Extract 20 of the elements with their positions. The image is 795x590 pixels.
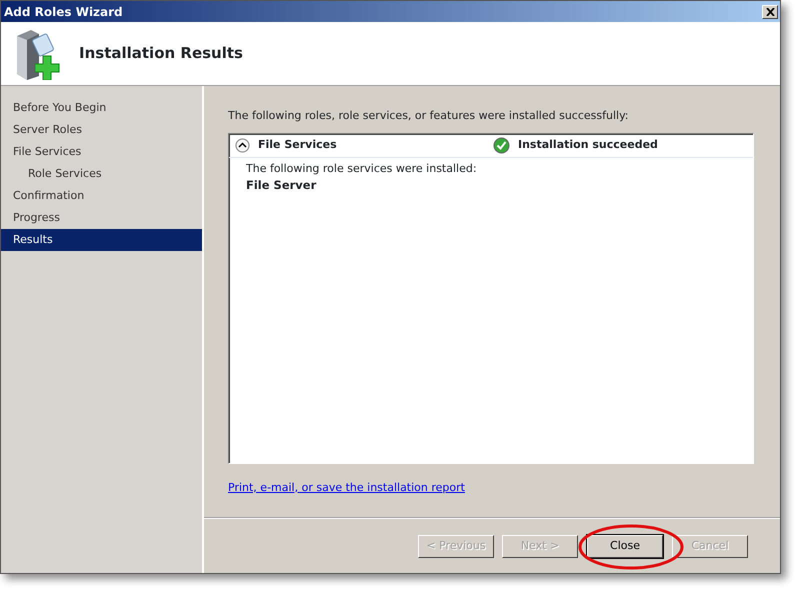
sidebar-item[interactable]: Confirmation xyxy=(1,185,202,207)
sidebar-item[interactable]: File Services xyxy=(1,141,202,163)
check-icon xyxy=(493,136,510,154)
report-link[interactable]: Print, e-mail, or save the installation report xyxy=(228,480,465,494)
intro-text: The following roles, role services, or features were installed successfully: xyxy=(228,108,630,124)
sidebar-item[interactable]: Before You Begin xyxy=(1,97,202,119)
sidebar-item[interactable]: Results xyxy=(1,229,202,251)
close-button[interactable] xyxy=(762,4,778,18)
page-title: Installation Results xyxy=(79,43,243,64)
role-name: File Services xyxy=(258,136,338,153)
sidebar-item[interactable]: Role Services xyxy=(1,163,202,185)
detail-text: The following role services were installed: xyxy=(246,160,478,176)
status-text: Installation succeeded xyxy=(518,136,658,153)
close-icon xyxy=(766,8,774,16)
wizard-button[interactable]: Close xyxy=(587,534,663,558)
window-title: Add Roles Wizard xyxy=(4,4,123,20)
sidebar-item[interactable]: Server Roles xyxy=(1,119,202,141)
collapse-icon[interactable] xyxy=(235,138,250,152)
sidebar-item[interactable]: Progress xyxy=(1,207,202,229)
installed-service: File Server xyxy=(246,177,318,194)
